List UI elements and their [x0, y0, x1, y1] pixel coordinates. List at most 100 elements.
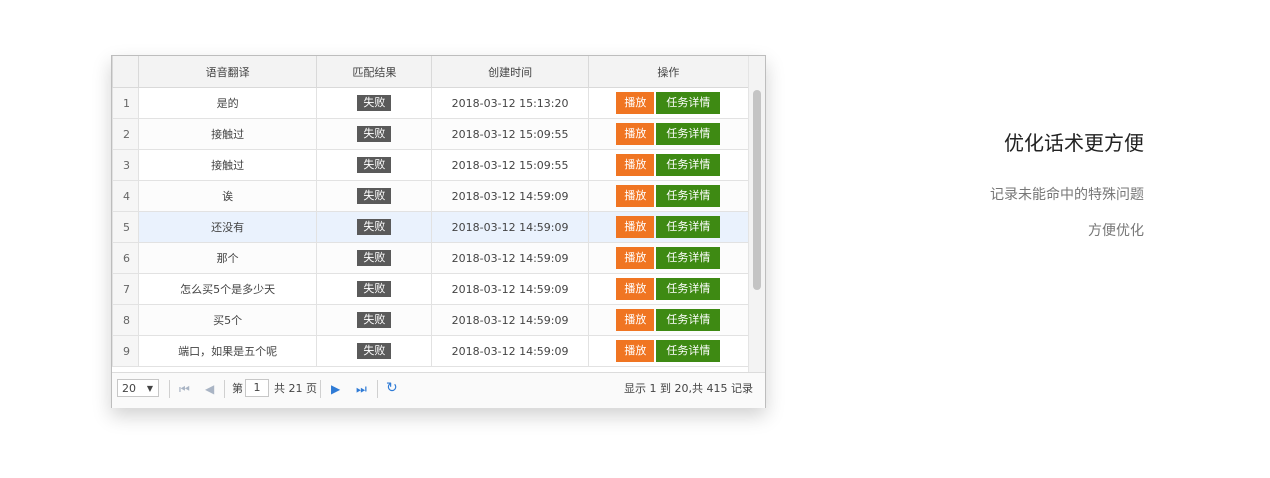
promo-line-2: 方便优化: [1088, 223, 1144, 239]
play-button[interactable]: 播放: [616, 185, 655, 207]
status-badge: 失败: [357, 188, 392, 204]
created-time-cell: 2018-03-12 15:13:20: [431, 87, 589, 119]
voice-text-cell: 诶: [138, 180, 318, 212]
pager-divider: [169, 380, 170, 398]
play-button[interactable]: 播放: [616, 216, 655, 238]
table-row[interactable]: 8 买5个 失败 2018-03-12 14:59:09 播放 任务详情: [112, 304, 750, 336]
voice-text-cell: 接触过: [138, 149, 318, 181]
match-result-cell: 失败: [316, 118, 433, 150]
table-row[interactable]: 7 怎么买5个是多少天 失败 2018-03-12 14:59:09 播放 任务详情: [112, 273, 750, 305]
row-number: 4: [112, 180, 140, 212]
status-badge: 失败: [357, 250, 392, 266]
next-page-icon[interactable]: ▶: [331, 380, 340, 398]
row-number: 6: [112, 242, 140, 274]
voice-text-cell: 还没有: [138, 211, 318, 243]
match-result-cell: 失败: [316, 149, 433, 181]
prev-page-icon[interactable]: ◀: [205, 380, 214, 398]
vertical-scrollbar[interactable]: [748, 56, 765, 372]
match-result-cell: 失败: [316, 273, 433, 305]
status-badge: 失败: [357, 126, 392, 142]
page-total-label: 共 21 页: [274, 382, 317, 395]
play-button[interactable]: 播放: [616, 247, 655, 269]
task-detail-button[interactable]: 任务详情: [656, 216, 721, 238]
task-detail-button[interactable]: 任务详情: [656, 278, 721, 300]
task-detail-button[interactable]: 任务详情: [656, 247, 721, 269]
table-row[interactable]: 2 接触过 失败 2018-03-12 15:09:55 播放 任务详情: [112, 118, 750, 150]
record-summary: 显示 1 到 20,共 415 记录: [624, 382, 753, 395]
task-detail-button[interactable]: 任务详情: [656, 340, 721, 362]
voice-text-cell: 是的: [138, 87, 318, 119]
row-number: 9: [112, 335, 140, 367]
created-time-cell: 2018-03-12 15:09:55: [431, 118, 589, 150]
task-detail-button[interactable]: 任务详情: [656, 154, 721, 176]
row-number: 3: [112, 149, 140, 181]
promo-title: 优化话术更方便: [1004, 131, 1144, 155]
task-detail-button[interactable]: 任务详情: [656, 309, 721, 331]
actions-cell: 播放 任务详情: [587, 118, 750, 150]
page-size-value: 20: [122, 382, 136, 395]
voice-text-cell: 接触过: [138, 118, 318, 150]
row-number: 2: [112, 118, 140, 150]
actions-cell: 播放 任务详情: [587, 304, 750, 336]
page-number-input[interactable]: 1: [245, 379, 269, 397]
table-row[interactable]: 5 还没有 失败 2018-03-12 14:59:09 播放 任务详情: [112, 211, 750, 243]
created-time-cell: 2018-03-12 14:59:09: [431, 335, 589, 367]
table-body: 1 是的 失败 2018-03-12 15:13:20 播放 任务详情 2 接触过 失败 2018…: [112, 87, 750, 367]
row-number: 7: [112, 273, 140, 305]
last-page-icon[interactable]: ⏭: [356, 380, 367, 398]
play-button[interactable]: 播放: [616, 309, 655, 331]
grid-body: 语音翻译 匹配结果 创建时间 操作 1 是的 失败 2018-03-12 15:13:…: [112, 56, 765, 372]
status-badge: 失败: [357, 95, 392, 111]
col-header-rownum: [112, 56, 140, 88]
match-result-cell: 失败: [316, 335, 433, 367]
play-button[interactable]: 播放: [616, 278, 655, 300]
play-button[interactable]: 播放: [616, 123, 655, 145]
voice-text-cell: 怎么买5个是多少天: [138, 273, 318, 305]
col-header-match-result[interactable]: 匹配结果: [316, 56, 433, 88]
actions-cell: 播放 任务详情: [587, 87, 750, 119]
promo-line-1: 记录未能命中的特殊问题: [990, 187, 1144, 203]
table-row[interactable]: 3 接触过 失败 2018-03-12 15:09:55 播放 任务详情: [112, 149, 750, 181]
status-badge: 失败: [357, 219, 392, 235]
table-header-row: 语音翻译 匹配结果 创建时间 操作: [112, 56, 750, 88]
task-detail-button[interactable]: 任务详情: [656, 92, 721, 114]
match-result-cell: 失败: [316, 87, 433, 119]
first-page-icon[interactable]: ⏮: [179, 380, 190, 398]
table-row[interactable]: 9 端口，如果是五个呢 失败 2018-03-12 14:59:09 播放 任务详情: [112, 335, 750, 367]
created-time-cell: 2018-03-12 14:59:09: [431, 304, 589, 336]
pager-divider: [224, 380, 225, 398]
page-size-select[interactable]: 20 ▼: [117, 379, 159, 397]
created-time-cell: 2018-03-12 15:09:55: [431, 149, 589, 181]
dropdown-arrow-icon: ▼: [146, 384, 153, 393]
scrollbar-thumb[interactable]: [753, 90, 761, 290]
actions-cell: 播放 任务详情: [587, 180, 750, 212]
table-row[interactable]: 6 那个 失败 2018-03-12 14:59:09 播放 任务详情: [112, 242, 750, 274]
row-number: 8: [112, 304, 140, 336]
play-button[interactable]: 播放: [616, 92, 655, 114]
created-time-cell: 2018-03-12 14:59:09: [431, 180, 589, 212]
created-time-cell: 2018-03-12 14:59:09: [431, 273, 589, 305]
refresh-icon[interactable]: ↻: [386, 379, 398, 397]
created-time-cell: 2018-03-12 14:59:09: [431, 211, 589, 243]
col-header-created-time[interactable]: 创建时间: [431, 56, 589, 88]
table-row[interactable]: 1 是的 失败 2018-03-12 15:13:20 播放 任务详情: [112, 87, 750, 119]
voice-text-cell: 买5个: [138, 304, 318, 336]
status-badge: 失败: [357, 281, 392, 297]
col-header-voice-translation[interactable]: 语音翻译: [138, 56, 318, 88]
voice-text-cell: 端口，如果是五个呢: [138, 335, 318, 367]
match-result-cell: 失败: [316, 304, 433, 336]
actions-cell: 播放 任务详情: [587, 211, 750, 243]
actions-cell: 播放 任务详情: [587, 273, 750, 305]
status-badge: 失败: [357, 157, 392, 173]
actions-cell: 播放 任务详情: [587, 149, 750, 181]
row-number: 5: [112, 211, 140, 243]
task-detail-button[interactable]: 任务详情: [656, 185, 721, 207]
play-button[interactable]: 播放: [616, 340, 655, 362]
table-row[interactable]: 4 诶失败 2018-03-12 14:59:09 播放 任务详情: [112, 180, 750, 212]
play-button[interactable]: 播放: [616, 154, 655, 176]
col-header-actions: 操作: [587, 56, 750, 88]
page-prefix-label: 第: [232, 382, 243, 395]
task-detail-button[interactable]: 任务详情: [656, 123, 721, 145]
voice-records-table: 语音翻译 匹配结果 创建时间 操作 1 是的 失败 2018-03-12 15:13:…: [112, 56, 750, 367]
status-badge: 失败: [357, 312, 392, 328]
